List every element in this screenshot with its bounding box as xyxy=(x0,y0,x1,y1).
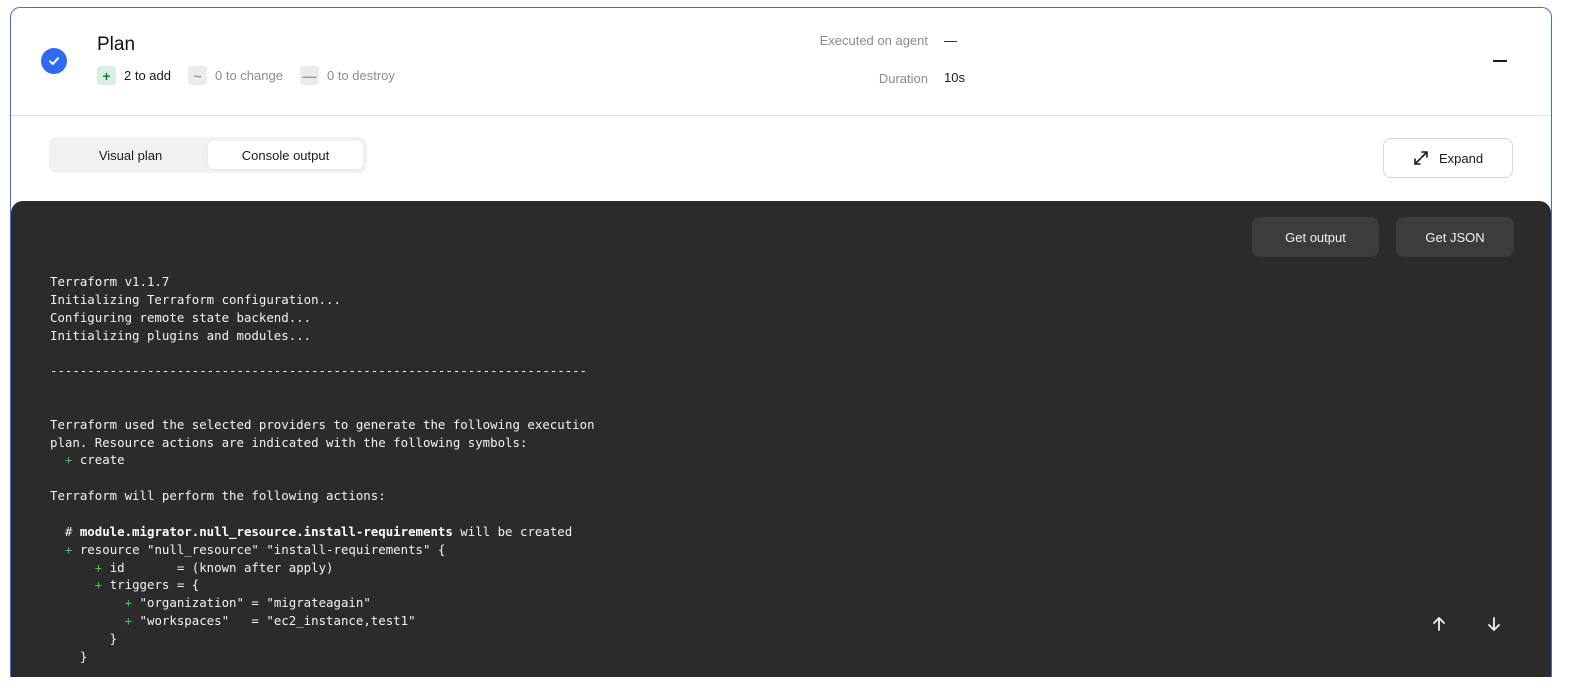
plan-header: Plan + 2 to add ~ 0 to change — 0 to des… xyxy=(11,8,1551,116)
console-text: "organization" = "migrateagain" xyxy=(132,595,371,611)
to-destroy-label: 0 to destroy xyxy=(326,68,395,83)
console-line: Initializing Terraform configuration... xyxy=(50,291,595,309)
console-text: plan. Resource actions are indicated wit… xyxy=(50,434,528,450)
console-line: Configuring remote state backend... xyxy=(50,309,595,327)
console-line: Terraform used the selected providers to… xyxy=(50,416,595,434)
get-json-button[interactable]: Get JSON xyxy=(1396,217,1514,257)
console-text: "workspaces" = "ec2_instance,test1" xyxy=(132,613,416,629)
expand-label: Expand xyxy=(1438,150,1484,166)
to-change-label: 0 to change xyxy=(215,68,283,83)
console-text: Terraform will perform the following act… xyxy=(50,488,386,504)
console-line: ----------------------------------------… xyxy=(50,362,595,380)
resource-address: module.migrator.null_resource.install-re… xyxy=(79,523,453,539)
plus-icon: + xyxy=(97,66,116,85)
get-output-button[interactable]: Get output xyxy=(1252,217,1379,257)
console-line: } xyxy=(50,648,595,666)
console-text: Initializing plugins and modules... xyxy=(50,327,312,343)
console-text: Configuring remote state backend... xyxy=(50,309,312,325)
console-line: Terraform v1.1.7 xyxy=(50,273,595,291)
plus-marker: + xyxy=(124,613,133,629)
console-text: } xyxy=(50,630,118,646)
console-line: + triggers = { xyxy=(50,576,595,594)
console-line: + "workspaces" = "ec2_instance,test1" xyxy=(50,612,595,630)
console-line: + id = (known after apply) xyxy=(50,559,595,577)
expand-button[interactable]: Expand xyxy=(1383,138,1513,178)
scroll-up-icon[interactable] xyxy=(1430,615,1448,633)
console-line: plan. Resource actions are indicated wit… xyxy=(50,434,595,452)
console-text: resource "null_resource" "install-requir… xyxy=(72,541,446,557)
console-text: will be created xyxy=(452,523,573,539)
scroll-down-icon[interactable] xyxy=(1485,615,1503,633)
console-text: Terraform v1.1.7 xyxy=(50,274,170,289)
console-text: # xyxy=(50,523,80,539)
console-line: Initializing plugins and modules... xyxy=(50,327,595,345)
to-change-chip: ~ 0 to change xyxy=(188,66,283,85)
executed-on-agent-label: Executed on agent xyxy=(819,33,928,48)
tilde-icon: ~ xyxy=(188,66,207,85)
console-text: id = (known after apply) xyxy=(102,559,334,575)
console-output-panel: Get output Get JSON Terraform v1.1.7 Init… xyxy=(11,201,1551,677)
to-destroy-chip: — 0 to destroy xyxy=(299,66,395,85)
plus-marker: + xyxy=(124,595,133,611)
executed-on-agent-value: — xyxy=(944,33,957,48)
console-text: ----------------------------------------… xyxy=(50,363,588,379)
plan-card: Plan + 2 to add ~ 0 to change — 0 to des… xyxy=(10,7,1552,677)
minus-icon: — xyxy=(299,66,319,85)
to-add-chip: + 2 to add xyxy=(97,66,171,85)
expand-icon xyxy=(1414,151,1428,165)
tab-console-output[interactable]: Console output xyxy=(208,141,363,169)
console-text: create xyxy=(72,452,125,468)
console-text: } xyxy=(50,648,88,664)
duration-label: Duration xyxy=(878,71,928,86)
plan-summary: + 2 to add ~ 0 to change — 0 to destroy xyxy=(97,66,412,85)
console-text: Terraform used the selected providers to… xyxy=(50,416,595,432)
plan-title: Plan xyxy=(97,34,136,55)
console-line: } xyxy=(50,630,595,648)
console-line: + "organization" = "migrateagain" xyxy=(50,594,595,612)
console-line: + create xyxy=(50,451,595,469)
tab-visual-plan[interactable]: Visual plan xyxy=(53,141,208,169)
console-text: Initializing Terraform configuration... xyxy=(50,291,341,307)
success-check-icon xyxy=(41,48,67,74)
to-add-label: 2 to add xyxy=(124,68,171,83)
collapse-icon[interactable] xyxy=(1493,60,1507,62)
console-line: Terraform will perform the following act… xyxy=(50,487,595,505)
console-log: Terraform v1.1.7 Initializing Terraform c… xyxy=(50,273,595,666)
view-tabs: Visual plan Console output xyxy=(49,137,367,173)
console-text: triggers = { xyxy=(102,577,200,593)
console-line: # module.migrator.null_resource.install-… xyxy=(50,523,595,541)
duration-value: 10s xyxy=(944,70,965,85)
console-line: + resource "null_resource" "install-requ… xyxy=(50,541,595,559)
